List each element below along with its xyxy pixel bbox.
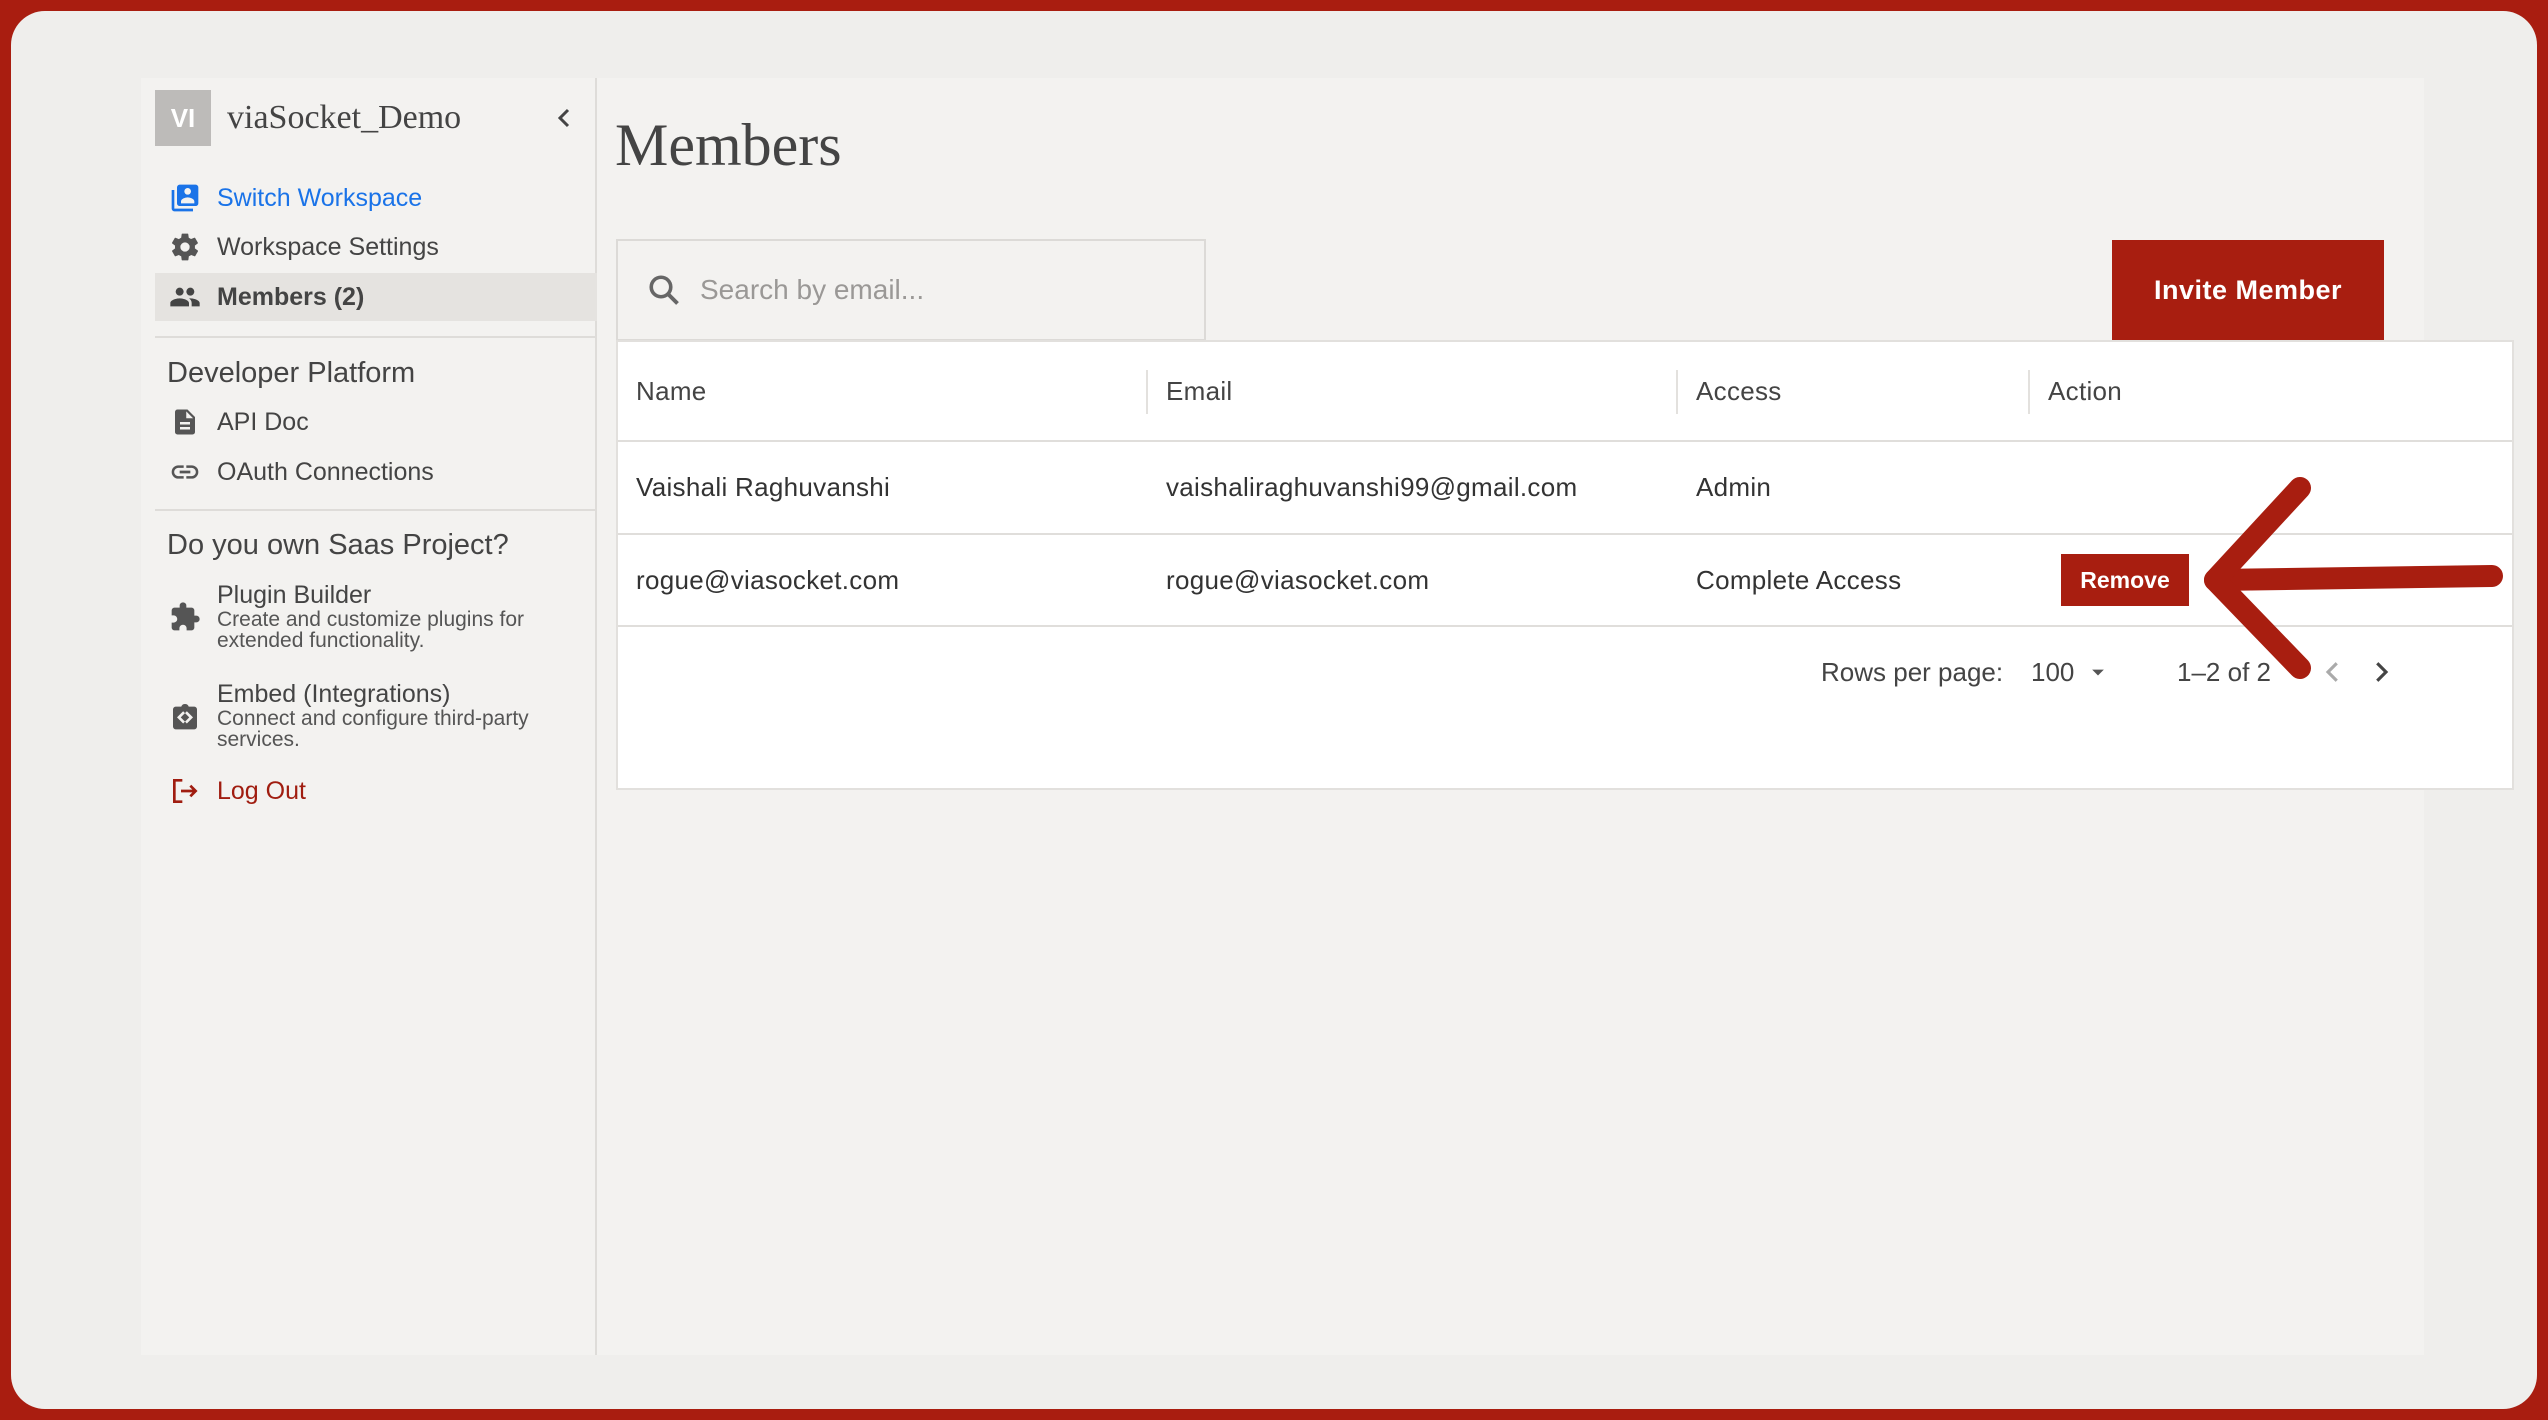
- pagination-range: 1–2 of 2: [2177, 656, 2271, 687]
- member-name: rogue@viasocket.com: [636, 564, 900, 595]
- member-email: rogue@viasocket.com: [1166, 564, 1430, 595]
- section-title-saas: Do you own Saas Project?: [167, 529, 509, 561]
- column-separator: [1146, 370, 1148, 414]
- chevron-left-icon: [2325, 662, 2338, 682]
- link-icon: [167, 454, 203, 490]
- embed-description: Connect and configure third-party servic…: [217, 707, 529, 751]
- logout-button[interactable]: Log Out: [155, 767, 597, 815]
- embed-icon: [167, 698, 203, 734]
- puzzle-icon: [167, 599, 203, 635]
- screenshot-frame: VI viaSocket_Demo Switch Workspace Works…: [11, 11, 2537, 1409]
- next-page-button[interactable]: [2366, 626, 2396, 718]
- chevron-right-icon: [2376, 662, 2389, 682]
- table-row: rogue@viasocket.com rogue@viasocket.com …: [618, 535, 2512, 627]
- plugin-builder-description: Create and customize plugins for extende…: [217, 608, 524, 652]
- gear-icon: [167, 229, 203, 265]
- sidebar-item-label: Switch Workspace: [217, 183, 423, 212]
- workspace-avatar: VI: [155, 90, 211, 146]
- section-title-developer-platform: Developer Platform: [167, 357, 416, 389]
- sidebar-item-label: OAuth Connections: [217, 457, 434, 486]
- column-header-action: Action: [2048, 375, 2123, 406]
- sidebar-divider: [155, 336, 597, 338]
- rows-per-page-value: 100: [2031, 656, 2075, 687]
- sidebar-item-switch-workspace[interactable]: Switch Workspace: [155, 174, 597, 222]
- sidebar-item-label: API Doc: [217, 407, 309, 436]
- column-header-email: Email: [1166, 375, 1233, 406]
- sidebar-item-embed[interactable]: Embed (Integrations) Connect and configu…: [155, 680, 597, 750]
- people-icon: [167, 279, 203, 315]
- sidebar: VI viaSocket_Demo Switch Workspace Works…: [141, 78, 597, 1355]
- document-icon: [167, 404, 203, 440]
- previous-page-button[interactable]: [2318, 626, 2348, 718]
- chevron-left-icon[interactable]: [545, 98, 585, 138]
- sidebar-item-plugin-builder[interactable]: Plugin Builder Create and customize plug…: [155, 581, 597, 651]
- workspace-name: viaSocket_Demo: [227, 99, 462, 136]
- remove-button[interactable]: Remove: [2061, 554, 2189, 606]
- table-header-row: Name Email Access Action: [618, 342, 2512, 442]
- page-title: Members: [615, 112, 842, 178]
- invite-member-button[interactable]: Invite Member: [2112, 240, 2384, 340]
- pagination: Rows per page: 100 1–2 of 2: [618, 626, 2512, 718]
- member-access: Complete Access: [1696, 564, 1902, 595]
- column-header-access: Access: [1696, 375, 1782, 406]
- sidebar-divider: [155, 509, 597, 511]
- sidebar-item-label: Members (2): [217, 282, 365, 311]
- rows-per-page-label: Rows per page:: [1821, 656, 2004, 687]
- search-input[interactable]: [700, 274, 1180, 306]
- logout-icon: [167, 773, 203, 809]
- caret-down-icon: [2092, 669, 2105, 676]
- search-box[interactable]: [616, 239, 1206, 341]
- member-access: Admin: [1696, 472, 1772, 502]
- switch-workspace-icon: [167, 180, 203, 216]
- sidebar-item-workspace-settings[interactable]: Workspace Settings: [155, 223, 597, 271]
- sidebar-item-members[interactable]: Members (2): [155, 273, 597, 321]
- column-separator: [2028, 370, 2030, 414]
- member-action: Remove: [2061, 535, 2189, 625]
- embed-title: Embed (Integrations): [217, 680, 451, 708]
- rows-per-page-select[interactable]: 100: [2031, 626, 2112, 718]
- search-icon: [649, 275, 679, 305]
- sidebar-item-oauth-connections[interactable]: OAuth Connections: [155, 448, 597, 496]
- sidebar-item-api-doc[interactable]: API Doc: [155, 398, 597, 446]
- plugin-builder-title: Plugin Builder: [217, 581, 372, 609]
- logout-label: Log Out: [217, 776, 306, 805]
- member-email: vaishaliraghuvanshi99@gmail.com: [1166, 472, 1578, 502]
- members-table: Name Email Access Action Vaishali Raghuv…: [616, 340, 2514, 790]
- column-header-name: Name: [636, 375, 707, 406]
- member-name: Vaishali Raghuvanshi: [636, 472, 891, 502]
- workspace-header: VI viaSocket_Demo: [155, 90, 585, 146]
- table-row: Vaishali Raghuvanshi vaishaliraghuvanshi…: [618, 442, 2512, 535]
- column-separator: [1676, 370, 1678, 414]
- sidebar-item-label: Workspace Settings: [217, 232, 439, 261]
